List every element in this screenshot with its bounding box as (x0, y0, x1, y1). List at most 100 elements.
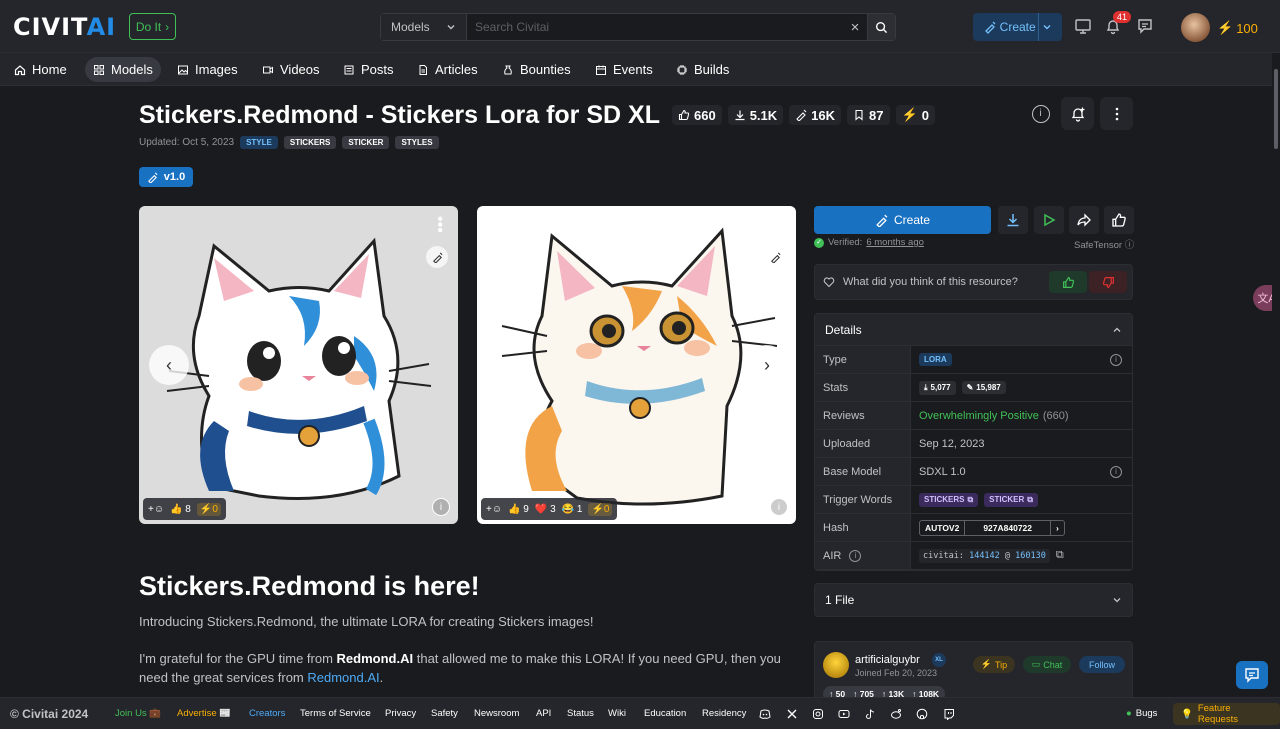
like-reaction[interactable]: 👍 9 (508, 504, 529, 515)
heart-reaction[interactable]: ❤️ 3 (535, 504, 556, 515)
bugs-link[interactable]: ● Bugs (1126, 708, 1157, 719)
share-button[interactable] (1069, 206, 1099, 234)
play-button[interactable] (1034, 206, 1064, 234)
nav-articles[interactable]: Articles (409, 57, 486, 82)
footer-link-status[interactable]: Status (567, 708, 594, 719)
bookmarks-stat[interactable]: 87 (847, 105, 890, 125)
info-icon[interactable]: ⓘ (1125, 240, 1135, 251)
tag-styles[interactable]: STYLES (395, 136, 439, 149)
nav-posts[interactable]: Posts (335, 57, 402, 82)
link-icon[interactable] (426, 246, 448, 268)
download-button[interactable] (998, 206, 1028, 234)
redmond-link[interactable]: Redmond.AI (307, 670, 379, 685)
thumbs-up-feedback-button[interactable] (1049, 271, 1087, 293)
create-button[interactable]: Create (814, 206, 991, 234)
trigger-word-badge[interactable]: STICKERS ⧉ (919, 492, 979, 507)
add-reaction-icon[interactable]: +☺ (486, 504, 502, 515)
footer-link-newsroom[interactable]: Newsroom (474, 708, 519, 719)
search-input[interactable]: Search Civitai (467, 20, 843, 34)
air-value[interactable]: civitai: 144142 @ 160130 (919, 548, 1050, 563)
downloads-stat[interactable]: 5.1K (727, 105, 784, 125)
user-avatar[interactable] (1181, 13, 1210, 42)
add-reaction-icon[interactable]: +☺ (148, 504, 164, 515)
like-reaction[interactable]: 👍 8 (170, 504, 191, 515)
follow-button[interactable]: Follow (1079, 656, 1125, 673)
tag-stickers[interactable]: STICKERS (283, 136, 337, 149)
create-menu-button[interactable]: Create (973, 13, 1062, 41)
nav-home[interactable]: Home (6, 57, 75, 82)
chat-button[interactable]: ▭ Chat (1023, 656, 1071, 673)
info-icon[interactable]: i (1110, 465, 1122, 478)
discord-icon[interactable] (759, 708, 771, 720)
footer-link-wiki[interactable]: Wiki (608, 708, 626, 719)
reddit-icon[interactable] (890, 708, 902, 720)
nav-images[interactable]: Images (169, 57, 246, 82)
likes-stat[interactable]: 660 (672, 105, 722, 125)
x-twitter-icon[interactable] (786, 708, 798, 720)
footer-link-safety[interactable]: Safety (431, 708, 458, 719)
link-icon[interactable] (764, 246, 786, 268)
footer-link-privacy[interactable]: Privacy (385, 708, 416, 719)
footer-link-terms[interactable]: Terms of Service (300, 708, 371, 719)
verified-date[interactable]: 6 months ago (866, 237, 924, 248)
nav-builds[interactable]: Builds (668, 57, 737, 82)
clear-search-icon[interactable]: × (843, 19, 867, 36)
copy-icon[interactable]: ⧉ (1056, 549, 1064, 562)
do-it-button[interactable]: Do It › (129, 13, 176, 40)
image-info-icon[interactable]: i (770, 498, 788, 516)
carousel-prev-button[interactable]: ‹ (149, 345, 189, 385)
preview-image-1[interactable]: ••• ‹ +☺ 👍 8 ⚡0 i (139, 206, 458, 524)
civitai-logo[interactable]: CIVITAI (13, 14, 116, 40)
generations-stat[interactable]: 16K (789, 105, 842, 125)
chevron-right-icon[interactable]: › (1051, 523, 1064, 533)
youtube-icon[interactable] (838, 708, 850, 720)
monitor-icon[interactable] (1074, 17, 1092, 35)
buzz-balance[interactable]: ⚡ 100 (1217, 20, 1258, 36)
translate-icon[interactable]: 文A (1253, 285, 1272, 311)
creator-name[interactable]: artificialguybr (855, 654, 920, 666)
tag-sticker[interactable]: STICKER (342, 136, 390, 149)
footer-link-residency[interactable]: Residency (702, 708, 746, 719)
files-panel[interactable]: 1 File (814, 583, 1133, 617)
buzz-reaction[interactable]: ⚡0 (588, 502, 613, 516)
github-icon[interactable] (916, 708, 928, 720)
search-button[interactable] (867, 14, 895, 40)
version-tab[interactable]: v1.0 (139, 167, 193, 187)
image-info-icon[interactable]: i (432, 498, 450, 516)
buzz-reaction[interactable]: ⚡0 (196, 502, 221, 516)
instagram-icon[interactable] (812, 708, 824, 720)
footer-link-advertise[interactable]: Advertise 📰 (177, 708, 231, 719)
thumbs-down-feedback-button[interactable] (1089, 271, 1127, 293)
dots-vertical-icon[interactable]: ••• (431, 216, 448, 233)
hash-value[interactable]: 927A840722 (964, 520, 1052, 535)
notify-button[interactable] (1061, 97, 1094, 130)
scrollbar-thumb[interactable] (1274, 69, 1278, 149)
search-type-select[interactable]: Models (381, 14, 467, 40)
footer-link-api[interactable]: API (536, 708, 551, 719)
footer-link-join-us[interactable]: Join Us 💼 (115, 708, 161, 719)
nav-videos[interactable]: Videos (254, 57, 328, 82)
tag-style[interactable]: STYLE (240, 136, 278, 149)
chat-icon[interactable] (1136, 17, 1154, 35)
model-info-button[interactable]: i (1024, 97, 1057, 130)
buzz-stat[interactable]: ⚡ 0 (895, 105, 935, 125)
tip-button[interactable]: ⚡ Tip (973, 656, 1015, 673)
nav-models[interactable]: Models (85, 57, 161, 82)
nav-events[interactable]: Events (587, 57, 661, 82)
info-icon[interactable]: i (849, 549, 862, 562)
details-header[interactable]: Details (815, 314, 1132, 346)
info-icon[interactable]: i (1110, 353, 1122, 366)
carousel-next-button[interactable]: › (747, 345, 787, 385)
footer-link-education[interactable]: Education (644, 708, 686, 719)
creator-avatar[interactable] (823, 652, 849, 678)
reviews-value[interactable]: Overwhelmingly Positive (919, 410, 1039, 422)
more-options-button[interactable] (1100, 97, 1133, 130)
twitch-icon[interactable] (943, 708, 955, 720)
tiktok-icon[interactable] (864, 708, 876, 720)
page-scrollbar[interactable] (1272, 53, 1280, 697)
laugh-reaction[interactable]: 😂 1 (562, 504, 583, 515)
like-button[interactable] (1104, 206, 1134, 234)
preview-image-2[interactable]: ••• › +☺ 👍 9 ❤️ 3 😂 1 ⚡0 i (477, 206, 796, 524)
nav-bounties[interactable]: Bounties (494, 57, 579, 82)
trigger-word-badge[interactable]: STICKER ⧉ (984, 492, 1039, 507)
